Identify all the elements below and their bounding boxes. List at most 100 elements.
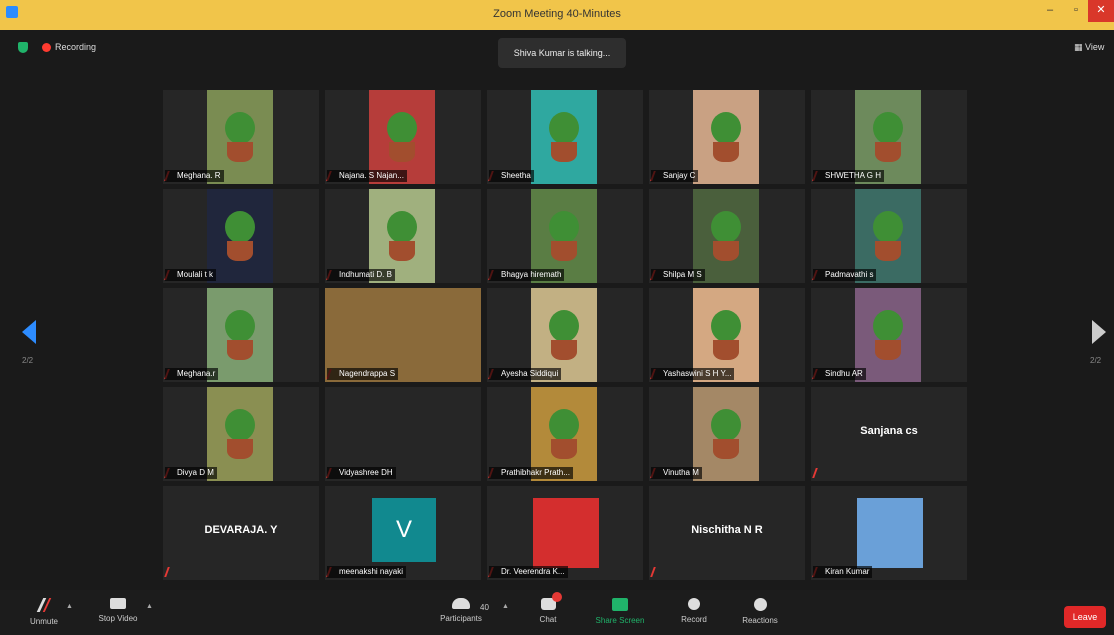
plant-pot-shape (551, 439, 577, 459)
participant-tile[interactable]: Shilpa M S (649, 189, 805, 283)
participant-tile[interactable]: Moulali t k (163, 189, 319, 283)
stop-video-button[interactable]: Stop Video (88, 598, 148, 623)
participants-label: Participants (440, 614, 482, 623)
plant-pot-shape (713, 241, 739, 261)
participant-tile[interactable]: DEVARAJA. Y (163, 486, 319, 580)
page-indicator-left: 2/2 (22, 356, 34, 365)
next-page-button[interactable] (1092, 320, 1108, 344)
plant-leaves-shape (387, 112, 417, 144)
participant-tile[interactable]: SHWETHA G H (811, 90, 967, 184)
chat-notification-badge (551, 592, 562, 602)
participant-tile[interactable]: Vmeenakshi nayaki (325, 486, 481, 580)
plant-leaves-shape (549, 112, 579, 144)
participant-name-label: Dr. Veerendra K... (489, 566, 568, 578)
gallery-grid: Meghana. R Najana. S Najan... Sheetha Sanja… (163, 90, 967, 582)
participant-tile[interactable]: Yashaswini S H Y... (649, 288, 805, 382)
participant-video (207, 189, 273, 283)
close-button[interactable]: ✕ (1088, 0, 1114, 22)
plant-leaves-shape (549, 211, 579, 243)
plant-leaves-shape (225, 310, 255, 342)
participants-options-caret[interactable]: ▲ (502, 603, 509, 610)
active-speaker-banner: Shiva Kumar is talking... (498, 38, 626, 68)
security-shield-icon[interactable] (18, 42, 28, 53)
participant-tile[interactable]: Indhumati D. B (325, 189, 481, 283)
participant-name-label: Divya D M (165, 467, 217, 479)
muted-mic-icon (812, 468, 823, 478)
microphone-muted-icon (36, 598, 52, 612)
maximize-button[interactable]: ▫ (1062, 0, 1090, 22)
participant-video (207, 387, 273, 481)
plant-pot-shape (389, 142, 415, 162)
participant-tile[interactable]: Sanjay C (649, 90, 805, 184)
minimize-button[interactable]: – (1036, 0, 1064, 22)
plant-pot-shape (875, 142, 901, 162)
participant-name-label: Najana. S Najan... (327, 170, 407, 182)
participant-tile[interactable]: Sheetha (487, 90, 643, 184)
participant-tile[interactable]: Padmavathi s (811, 189, 967, 283)
participant-name-label: Sindhu AR (813, 368, 866, 380)
participant-tile[interactable]: Meghana.r (163, 288, 319, 382)
stop-video-label: Stop Video (98, 614, 138, 623)
plant-leaves-shape (873, 112, 903, 144)
participant-tile[interactable]: Prathibhakr Prath... (487, 387, 643, 481)
participant-name-label: Padmavathi s (813, 269, 877, 281)
participant-tile[interactable]: Divya D M (163, 387, 319, 481)
participant-name-label: Vidyashree DH (327, 467, 396, 479)
participant-photo (857, 498, 923, 568)
participant-tile[interactable]: Ayesha Siddiqui (487, 288, 643, 382)
plant-pot-shape (713, 439, 739, 459)
unmute-label: Unmute (29, 617, 58, 626)
participant-tile[interactable]: Vinutha M (649, 387, 805, 481)
recording-label: Recording (55, 42, 97, 52)
muted-mic-icon (164, 567, 175, 577)
plant-leaves-shape (387, 211, 417, 243)
share-screen-button[interactable]: Share Screen (590, 598, 650, 625)
audio-options-caret[interactable]: ▲ (66, 603, 73, 610)
participant-tile[interactable]: Bhagya hiremath (487, 189, 643, 283)
window-title: Zoom Meeting 40-Minutes (493, 8, 621, 20)
plant-pot-shape (875, 241, 901, 261)
participant-name-label: Nagendrappa S (327, 368, 399, 380)
share-screen-label: Share Screen (595, 616, 645, 625)
participant-name-label: meenakshi nayaki (327, 566, 407, 578)
participant-tile[interactable]: Meghana. R (163, 90, 319, 184)
muted-mic-icon (650, 567, 661, 577)
plant-leaves-shape (711, 409, 741, 441)
chat-button[interactable]: Chat (518, 592, 578, 624)
plant-pot-shape (875, 340, 901, 360)
unmute-button[interactable]: Unmute (14, 598, 74, 626)
participant-tile[interactable]: Nagendrappa S (325, 288, 481, 382)
participant-name-display: Nischitha N R (691, 524, 763, 536)
reactions-button[interactable]: Reactions (730, 598, 790, 625)
participant-video (693, 387, 759, 481)
view-label: View (1085, 42, 1105, 52)
participant-name-label: Kiran Kumar (813, 566, 873, 578)
participant-name-label: SHWETHA G H (813, 170, 885, 182)
participant-tile[interactable]: Najana. S Najan... (325, 90, 481, 184)
plant-pot-shape (227, 142, 253, 162)
participant-tile[interactable]: Sanjana cs (811, 387, 967, 481)
plant-pot-shape (713, 340, 739, 360)
participant-name-label: Bhagya hiremath (489, 269, 565, 281)
plant-pot-shape (389, 241, 415, 261)
plant-leaves-shape (549, 409, 579, 441)
leave-button[interactable]: Leave (1064, 606, 1106, 628)
video-options-caret[interactable]: ▲ (146, 603, 153, 610)
plant-leaves-shape (225, 211, 255, 243)
video-camera-icon (110, 598, 126, 609)
participant-tile[interactable]: Dr. Veerendra K... (487, 486, 643, 580)
participant-tile[interactable]: Nischitha N R (649, 486, 805, 580)
participant-name-label: Meghana.r (165, 368, 219, 380)
plant-leaves-shape (711, 112, 741, 144)
plant-pot-shape (227, 439, 253, 459)
participant-tile[interactable]: Vidyashree DH (325, 387, 481, 481)
participant-name-label: Meghana. R (165, 170, 224, 182)
participant-tile[interactable]: Sindhu AR (811, 288, 967, 382)
participant-tile[interactable]: Kiran Kumar (811, 486, 967, 580)
record-button[interactable]: Record (664, 598, 724, 624)
participant-name-label: Moulali t k (165, 269, 217, 281)
share-screen-icon (612, 598, 628, 611)
view-button[interactable]: ▦ View (1074, 42, 1104, 53)
plant-leaves-shape (873, 211, 903, 243)
previous-page-button[interactable] (22, 320, 38, 344)
